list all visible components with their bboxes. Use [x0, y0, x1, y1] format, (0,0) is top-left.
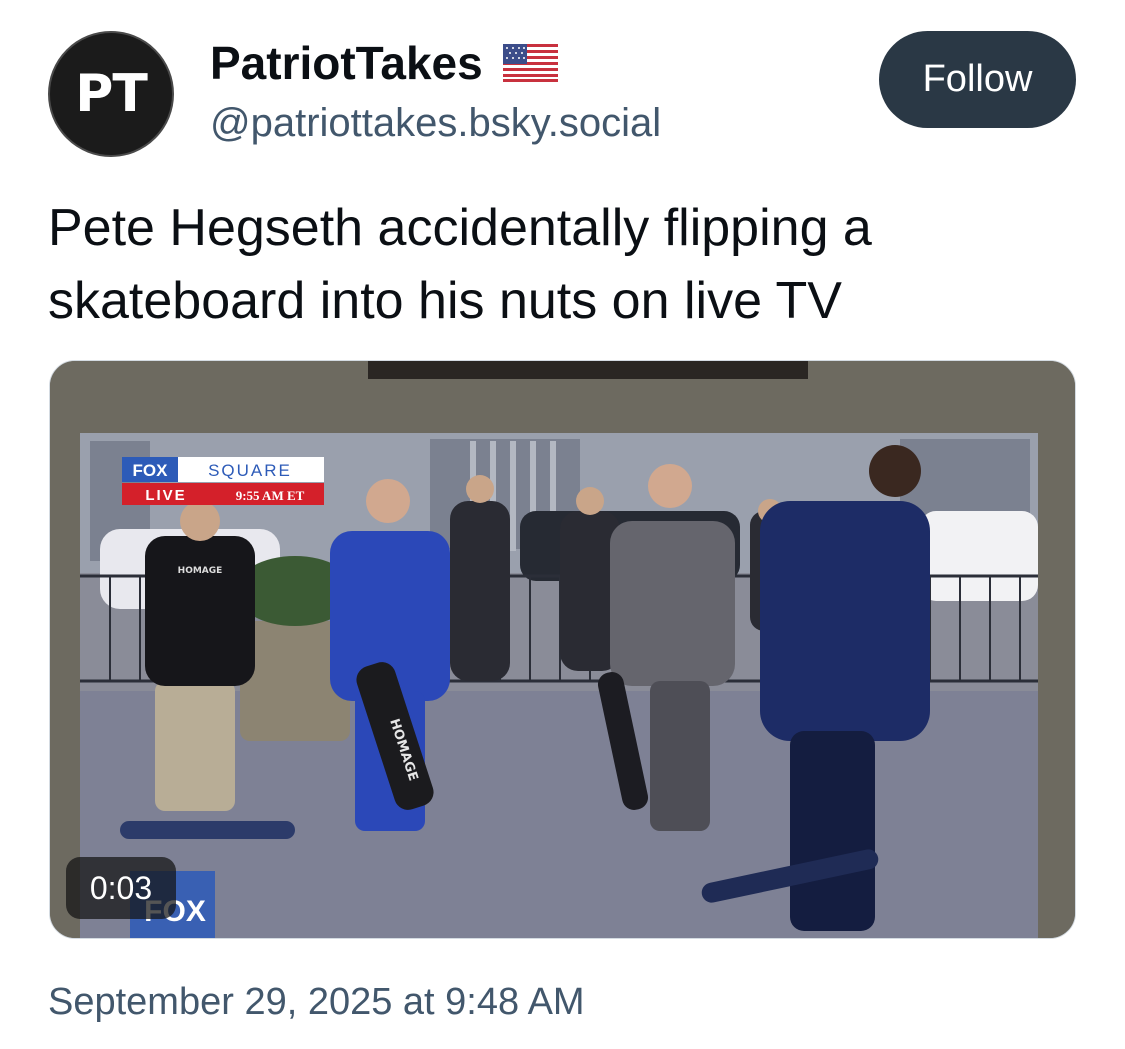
author-handle[interactable]: @patriottakes.bsky.social	[210, 101, 661, 146]
fox-bug-logo: FOX	[133, 461, 169, 480]
post-text: Pete Hegseth accidentally flipping a ska…	[48, 199, 872, 330]
live-time: 9:55 AM ET	[236, 488, 305, 503]
video-player[interactable]: HOMAGE HOMAGE FOX SQUARE LIVE 9:55 AM ET…	[49, 360, 1076, 939]
us-flag-icon	[502, 44, 558, 82]
live-label: LIVE	[145, 487, 186, 504]
follow-button[interactable]: Follow	[879, 31, 1076, 128]
fox-bug-square: SQUARE	[208, 461, 292, 480]
shirt-logo: HOMAGE	[178, 566, 223, 576]
author-header: PatriotTakes	[210, 36, 558, 90]
video-duration-badge: 0:03	[66, 857, 176, 919]
video-frame: HOMAGE HOMAGE FOX SQUARE LIVE 9:55 AM ET…	[50, 361, 1075, 938]
avatar[interactable]: PT	[48, 31, 174, 157]
display-name[interactable]: PatriotTakes	[210, 36, 483, 90]
post-timestamp[interactable]: September 29, 2025 at 9:48 AM	[48, 981, 585, 1024]
avatar-initials: PT	[75, 64, 148, 124]
